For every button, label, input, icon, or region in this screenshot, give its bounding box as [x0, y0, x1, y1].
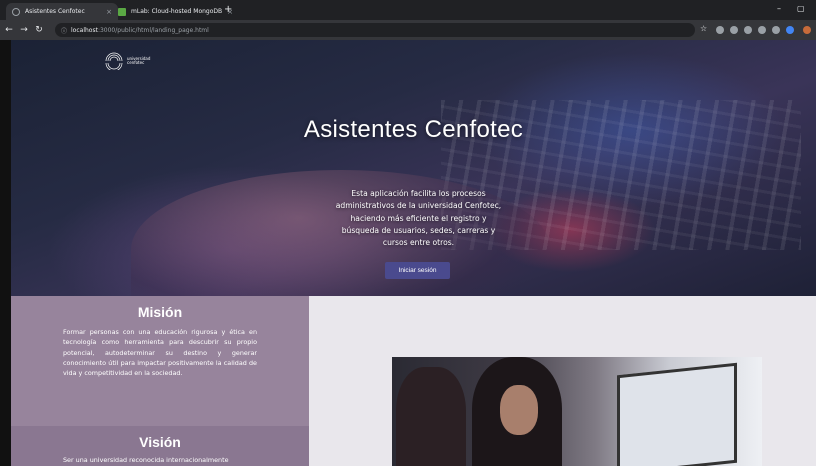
back-icon[interactable]: ←	[3, 25, 15, 35]
bookmark-star-icon[interactable]: ☆	[700, 24, 708, 33]
landing-page: universidad cenfotec Asistentes Cenfotec…	[11, 40, 816, 466]
login-button[interactable]: Iniciar sesión	[385, 262, 450, 279]
forward-icon[interactable]: →	[18, 25, 30, 35]
minimize-icon[interactable]: –	[777, 4, 781, 13]
hero-description: Esta aplicación facilita los procesos ad…	[335, 189, 502, 248]
hero-title: Asistentes Cenfotec	[303, 116, 524, 143]
tab-title: mLab: Cloud-hosted MongoDB	[131, 8, 223, 15]
photo-section	[309, 296, 816, 466]
hero-section: universidad cenfotec Asistentes Cenfotec…	[11, 40, 816, 296]
vision-text: Ser una universidad reconocida internaci…	[63, 456, 229, 464]
photo-monitor	[617, 362, 737, 466]
url-host: localhost	[71, 26, 98, 34]
extension-icon[interactable]	[772, 26, 780, 34]
tab-mlab[interactable]: mLab: Cloud-hosted MongoDB ×	[112, 3, 233, 20]
browser-tab-bar: Asistentes Cenfotec × mLab: Cloud-hosted…	[0, 0, 816, 20]
address-bar[interactable]: ⓘ localhost :3000/public/html/landing_pa…	[55, 23, 695, 37]
globe-icon	[12, 7, 20, 16]
extension-icon[interactable]	[716, 26, 724, 34]
extension-icon[interactable]	[786, 26, 794, 34]
tab-title: Asistentes Cenfotec	[25, 8, 85, 15]
url-path: :3000/public/html/landing_page.html	[97, 26, 209, 34]
logo-text: universidad cenfotec	[127, 57, 150, 65]
mission-text: Formar personas con una educación riguro…	[63, 328, 257, 378]
tab-asistentes-cenfotec[interactable]: Asistentes Cenfotec ×	[6, 3, 118, 20]
maximize-icon[interactable]: ▢	[797, 4, 805, 13]
students-photo	[392, 357, 762, 466]
reload-icon[interactable]: ↻	[33, 25, 45, 35]
extension-icon[interactable]	[744, 26, 752, 34]
extension-icon[interactable]	[730, 26, 738, 34]
mlab-leaf-icon	[118, 7, 126, 16]
vision-section: Visión Ser una universidad reconocida in…	[11, 426, 309, 466]
mission-section: Misión Formar personas con una educación…	[11, 296, 309, 426]
mission-title: Misión	[137, 304, 183, 320]
profile-avatar[interactable]	[803, 26, 811, 34]
photo-person	[396, 367, 466, 466]
cenfotec-logo-icon	[105, 52, 123, 70]
photo-face	[500, 385, 538, 435]
new-tab-button[interactable]: +	[224, 4, 232, 15]
info-icon[interactable]: ⓘ	[61, 26, 67, 35]
university-logo[interactable]: universidad cenfotec	[104, 52, 150, 70]
browser-toolbar: ← → ↻ ⓘ localhost :3000/public/html/land…	[0, 20, 816, 40]
vision-title: Visión	[139, 434, 181, 450]
logo-line-2: cenfotec	[127, 60, 145, 65]
extension-icon[interactable]	[758, 26, 766, 34]
